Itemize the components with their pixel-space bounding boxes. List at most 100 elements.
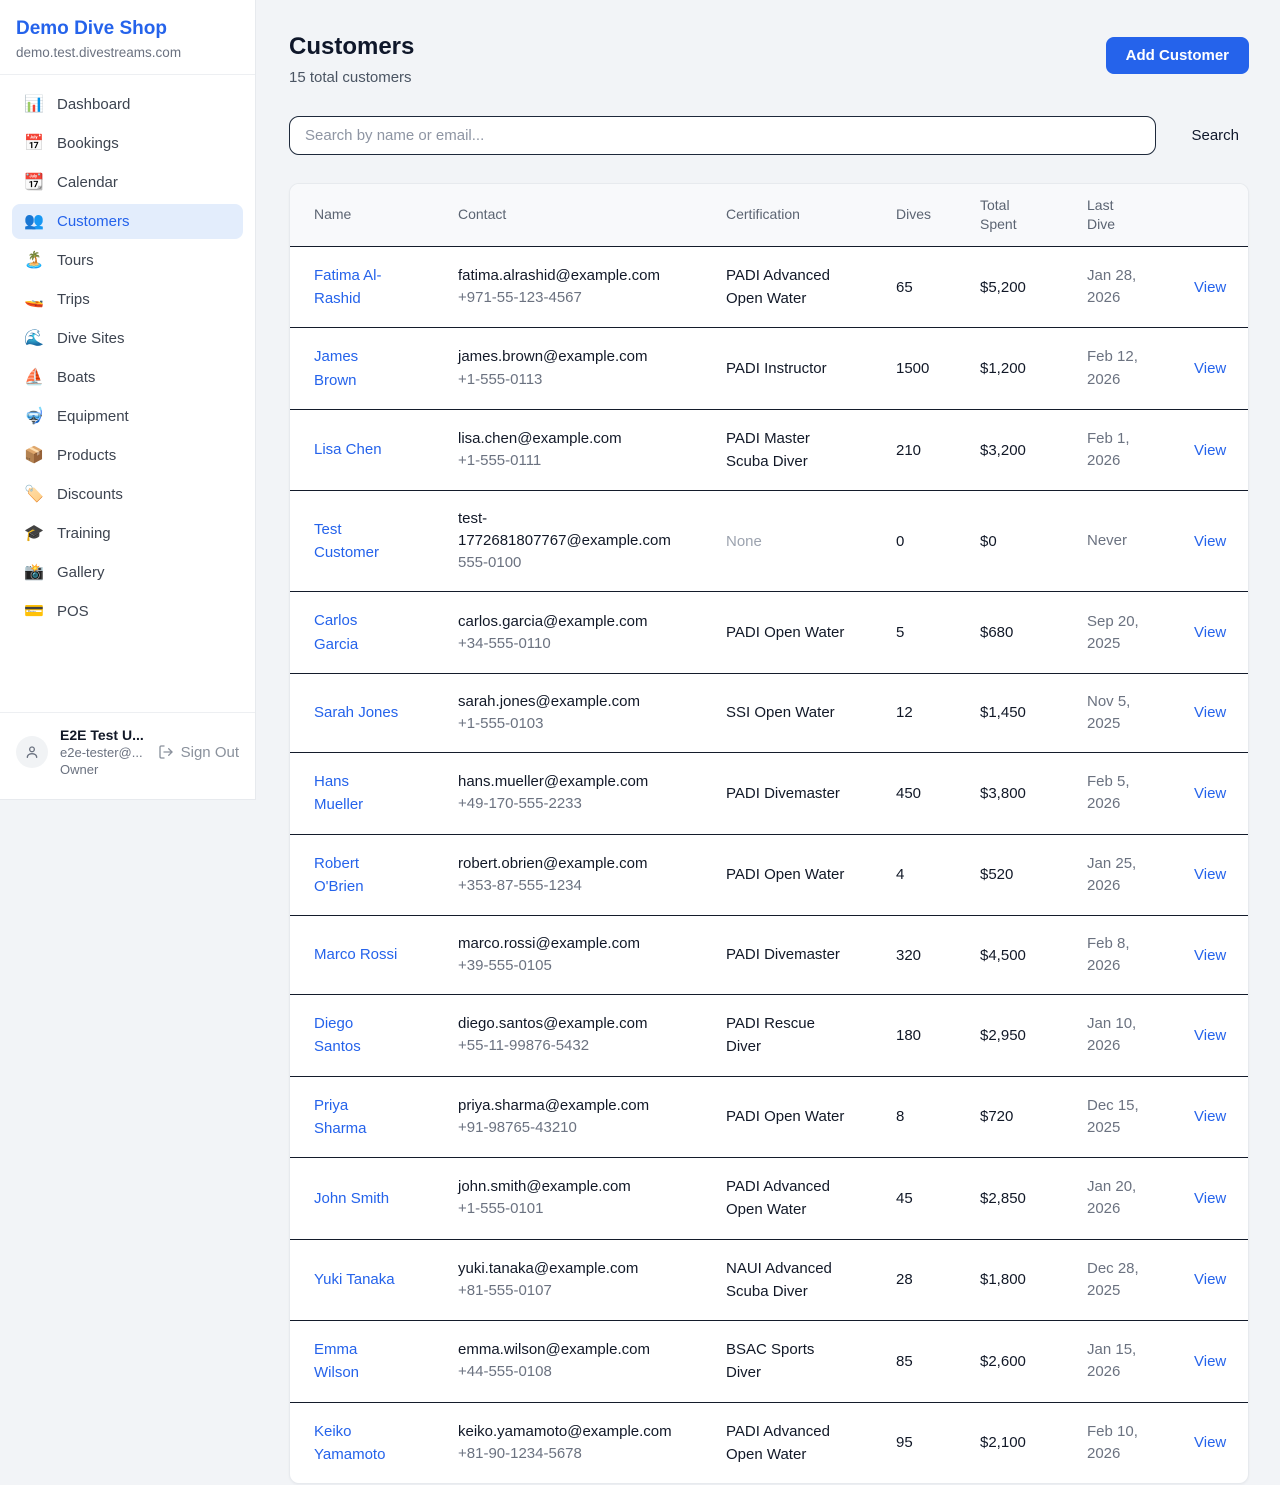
customer-email: hans.mueller@example.com <box>458 771 693 793</box>
last-dive-cell: Dec 28, 2025 <box>1087 1239 1194 1321</box>
customer-name-link[interactable]: Emma Wilson <box>314 1338 402 1385</box>
sidebar-item-discounts[interactable]: 🏷️Discounts <box>12 477 243 512</box>
view-link[interactable]: View <box>1194 1434 1226 1451</box>
contact-cell: keiko.yamamoto@example.com+81-90-1234-56… <box>458 1402 726 1483</box>
total-spent: $2,850 <box>980 1158 1087 1240</box>
customer-phone: +55-11-99876-5432 <box>458 1035 710 1057</box>
table-row: Sarah Jones sarah.jones@example.com+1-555… <box>290 673 1249 752</box>
view-link[interactable]: View <box>1194 1271 1226 1288</box>
certification-cell: PADI Master Scuba Diver <box>726 409 896 491</box>
sidebar-user-section: E2E Test U... e2e-tester@... Owner Sign … <box>0 712 255 799</box>
actions-cell: View <box>1194 328 1249 410</box>
view-link[interactable]: View <box>1194 947 1226 964</box>
customer-name-link[interactable]: James Brown <box>314 345 402 392</box>
customer-name-link[interactable]: Keiko Yamamoto <box>314 1420 402 1467</box>
column-header-contact: Contact <box>458 184 726 246</box>
customer-name-link[interactable]: Priya Sharma <box>314 1094 402 1141</box>
table-row: Keiko Yamamoto keiko.yamamoto@example.com… <box>290 1402 1249 1483</box>
last-dive-cell: Sep 20, 2025 <box>1087 592 1194 674</box>
dives-count: 210 <box>896 409 980 491</box>
sidebar-item-products[interactable]: 📦Products <box>12 438 243 473</box>
view-link[interactable]: View <box>1194 360 1226 377</box>
sidebar-item-calendar[interactable]: 📆 Calendar <box>12 165 243 200</box>
view-link[interactable]: View <box>1194 1353 1226 1370</box>
customer-name-link[interactable]: Sarah Jones <box>314 701 398 724</box>
view-link[interactable]: View <box>1194 866 1226 883</box>
search-bar: Search <box>289 116 1249 155</box>
certification-cell: PADI Advanced Open Water <box>726 1158 896 1240</box>
search-input[interactable] <box>289 116 1156 155</box>
customer-name-link[interactable]: Robert O'Brien <box>314 852 402 899</box>
sidebar-item-label: POS <box>57 603 89 620</box>
total-customers-count: 15 total customers <box>289 69 414 86</box>
certification-cell: PADI Advanced Open Water <box>726 246 896 328</box>
contact-cell: carlos.garcia@example.com+34-555-0110 <box>458 592 726 674</box>
add-customer-button[interactable]: Add Customer <box>1106 37 1249 74</box>
sidebar-item-pos[interactable]: 💳POS <box>12 594 243 629</box>
customer-name-link[interactable]: Diego Santos <box>314 1012 402 1059</box>
view-link[interactable]: View <box>1194 279 1226 296</box>
sign-out-button[interactable]: Sign Out <box>158 744 239 761</box>
sidebar-item-bookings[interactable]: 📅Bookings <box>12 126 243 161</box>
actions-cell: View <box>1194 409 1249 491</box>
view-link[interactable]: View <box>1194 1190 1226 1207</box>
contact-cell: test-1772681807767@example.com555-0100 <box>458 491 726 592</box>
customer-name-link[interactable]: John Smith <box>314 1187 389 1210</box>
name-cell: Fatima Al-Rashid <box>290 246 458 328</box>
sidebar-item-gallery[interactable]: 📸Gallery <box>12 555 243 590</box>
total-spent: $5,200 <box>980 246 1087 328</box>
dives-count: 320 <box>896 916 980 995</box>
customer-name-link[interactable]: Marco Rossi <box>314 943 397 966</box>
tear-calendar-icon: 📆 <box>24 175 44 191</box>
customer-phone: +81-90-1234-5678 <box>458 1443 710 1465</box>
sidebar-item-label: Dashboard <box>57 96 130 113</box>
wave-icon: 🌊 <box>24 331 44 347</box>
customer-email: priya.sharma@example.com <box>458 1095 693 1117</box>
sidebar-item-equipment[interactable]: 🤿Equipment <box>12 399 243 434</box>
view-link[interactable]: View <box>1194 533 1226 550</box>
name-cell: Hans Mueller <box>290 753 458 835</box>
column-header-label: Contact <box>458 205 710 224</box>
table-row: Marco Rossimarco.rossi@example.com+39-55… <box>290 916 1249 995</box>
sidebar-item-dashboard[interactable]: 📊Dashboard <box>12 87 243 122</box>
contact-cell: sarah.jones@example.com+1-555-0103 <box>458 673 726 752</box>
view-link[interactable]: View <box>1194 704 1226 721</box>
last-dive-date: Jan 28, 2026 <box>1087 265 1143 309</box>
customer-name-link[interactable]: Lisa Chen <box>314 438 382 461</box>
search-button[interactable]: Search <box>1181 119 1249 152</box>
view-link[interactable]: View <box>1194 785 1226 802</box>
sidebar-item-label: Calendar <box>57 174 118 191</box>
last-dive-cell: Feb 1, 2026 <box>1087 409 1194 491</box>
customer-phone: 555-0100 <box>458 552 710 574</box>
actions-cell: View <box>1194 1076 1249 1158</box>
sidebar-item-training[interactable]: 🎓Training <box>12 516 243 551</box>
customer-name-link[interactable]: Test Customer <box>314 518 402 565</box>
customer-name-link[interactable]: Hans Mueller <box>314 770 402 817</box>
sidebar-item-trips[interactable]: 🚤Trips <box>12 282 243 317</box>
view-link[interactable]: View <box>1194 624 1226 641</box>
view-link[interactable]: View <box>1194 1108 1226 1125</box>
last-dive-date: Sep 20, 2025 <box>1087 611 1143 655</box>
dives-count: 95 <box>896 1402 980 1483</box>
total-spent: $2,950 <box>980 995 1087 1077</box>
view-link[interactable]: View <box>1194 442 1226 459</box>
customer-name-link[interactable]: Yuki Tanaka <box>314 1268 395 1291</box>
column-header-name: Name <box>290 184 458 246</box>
total-spent: $4,500 <box>980 916 1087 995</box>
user-email: e2e-tester@... <box>60 745 146 760</box>
table-row: Yuki Tanakayuki.tanaka@example.com+81-55… <box>290 1239 1249 1321</box>
sidebar-item-label: Training <box>57 525 111 542</box>
name-cell: John Smith <box>290 1158 458 1240</box>
sidebar-item-dive-sites[interactable]: 🌊Dive Sites <box>12 321 243 356</box>
customer-name-link[interactable]: Fatima Al-Rashid <box>314 264 402 311</box>
table-row: John Smithjohn.smith@example.com+1-555-0… <box>290 1158 1249 1240</box>
sidebar-item-tours[interactable]: 🏝️Tours <box>12 243 243 278</box>
sidebar-item-customers[interactable]: 👥Customers <box>12 204 243 239</box>
sidebar-item-boats[interactable]: ⛵Boats <box>12 360 243 395</box>
customer-name-link[interactable]: Carlos Garcia <box>314 609 402 656</box>
user-info: E2E Test U... e2e-tester@... Owner <box>60 727 146 777</box>
customers-table: NameContactCertificationDivesTotal Spent… <box>290 184 1249 1483</box>
view-link[interactable]: View <box>1194 1027 1226 1044</box>
table-row: Test Customer test-1772681807767@example.… <box>290 491 1249 592</box>
contact-cell: lisa.chen@example.com+1-555-0111 <box>458 409 726 491</box>
